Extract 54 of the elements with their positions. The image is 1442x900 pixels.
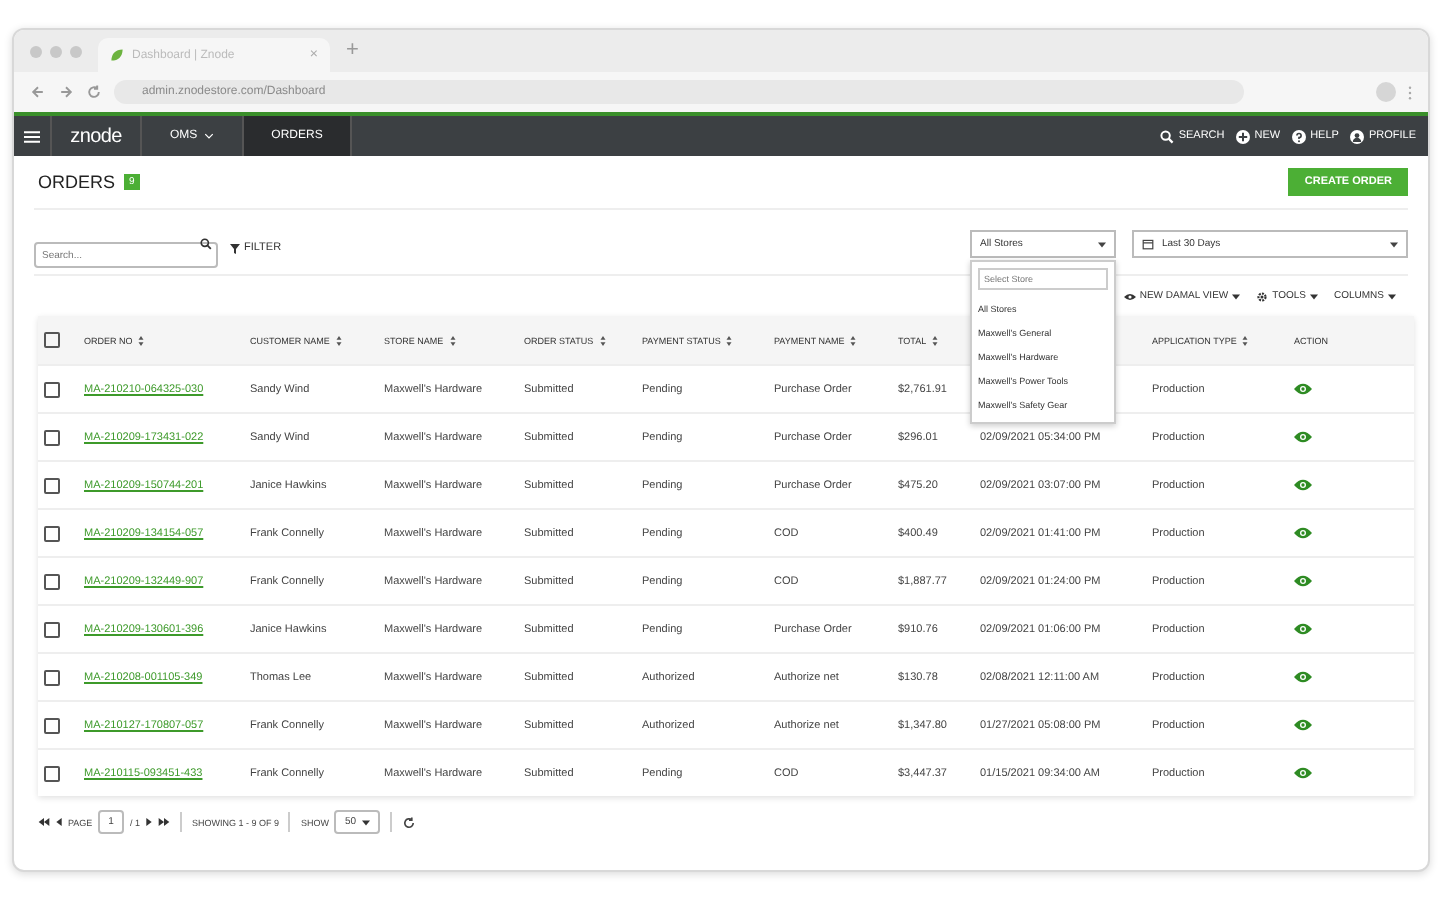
plus-icon (1236, 129, 1251, 143)
eye-icon (1123, 291, 1136, 301)
view-icon[interactable] (1294, 766, 1312, 780)
calendar-icon (1142, 238, 1154, 250)
view-icon[interactable] (1294, 382, 1312, 396)
row-checkbox[interactable] (44, 525, 60, 541)
row-checkbox[interactable] (44, 429, 60, 445)
row-checkbox[interactable] (44, 381, 60, 397)
caret-icon (362, 819, 371, 825)
view-icon[interactable] (1294, 670, 1312, 684)
previous-page-icon[interactable] (56, 818, 62, 826)
sort-icon[interactable] (850, 335, 857, 345)
user-icon (1350, 129, 1365, 143)
help-icon (1292, 129, 1307, 143)
view-icon[interactable] (1294, 622, 1312, 636)
first-page-icon[interactable] (38, 818, 50, 826)
sort-icon[interactable] (449, 335, 456, 345)
menu-icon (24, 129, 40, 143)
sort-icon[interactable] (599, 335, 606, 345)
view-icon[interactable] (1294, 478, 1312, 492)
sort-icon[interactable] (138, 335, 145, 345)
search-icon[interactable] (200, 238, 212, 250)
sort-icon[interactable] (335, 335, 342, 345)
view-icon[interactable] (1294, 430, 1312, 444)
refresh-icon[interactable] (402, 815, 417, 829)
reload-icon[interactable] (86, 84, 102, 100)
logo[interactable]: znode (52, 116, 142, 156)
sort-icon[interactable] (1242, 335, 1249, 345)
search-icon (1160, 129, 1175, 143)
caret-icon (1390, 241, 1398, 247)
select-all-checkbox[interactable] (44, 332, 60, 348)
page-title: ORDERS (38, 172, 116, 192)
sort-icon[interactable] (726, 335, 733, 345)
last-page-icon[interactable] (157, 818, 170, 826)
view-icon[interactable] (1294, 526, 1312, 540)
row-checkbox[interactable] (44, 765, 60, 781)
gear-icon (1256, 291, 1269, 301)
view-icon[interactable] (1294, 718, 1312, 732)
caret-icon (1388, 293, 1396, 299)
caret-icon (1098, 241, 1106, 247)
caret-icon (1309, 293, 1318, 299)
row-checkbox[interactable] (44, 621, 60, 637)
sort-icon[interactable] (932, 335, 939, 345)
view-icon[interactable] (1294, 574, 1312, 588)
next-page-icon[interactable] (145, 818, 152, 826)
caret-icon (1232, 293, 1241, 299)
row-checkbox[interactable] (44, 717, 60, 733)
row-checkbox[interactable] (44, 573, 60, 589)
row-checkbox[interactable] (44, 477, 60, 493)
filter-icon (230, 243, 240, 253)
back-icon[interactable] (30, 84, 46, 100)
row-checkbox[interactable] (44, 669, 60, 685)
leaf-icon (110, 48, 124, 62)
forward-icon[interactable] (58, 84, 74, 100)
